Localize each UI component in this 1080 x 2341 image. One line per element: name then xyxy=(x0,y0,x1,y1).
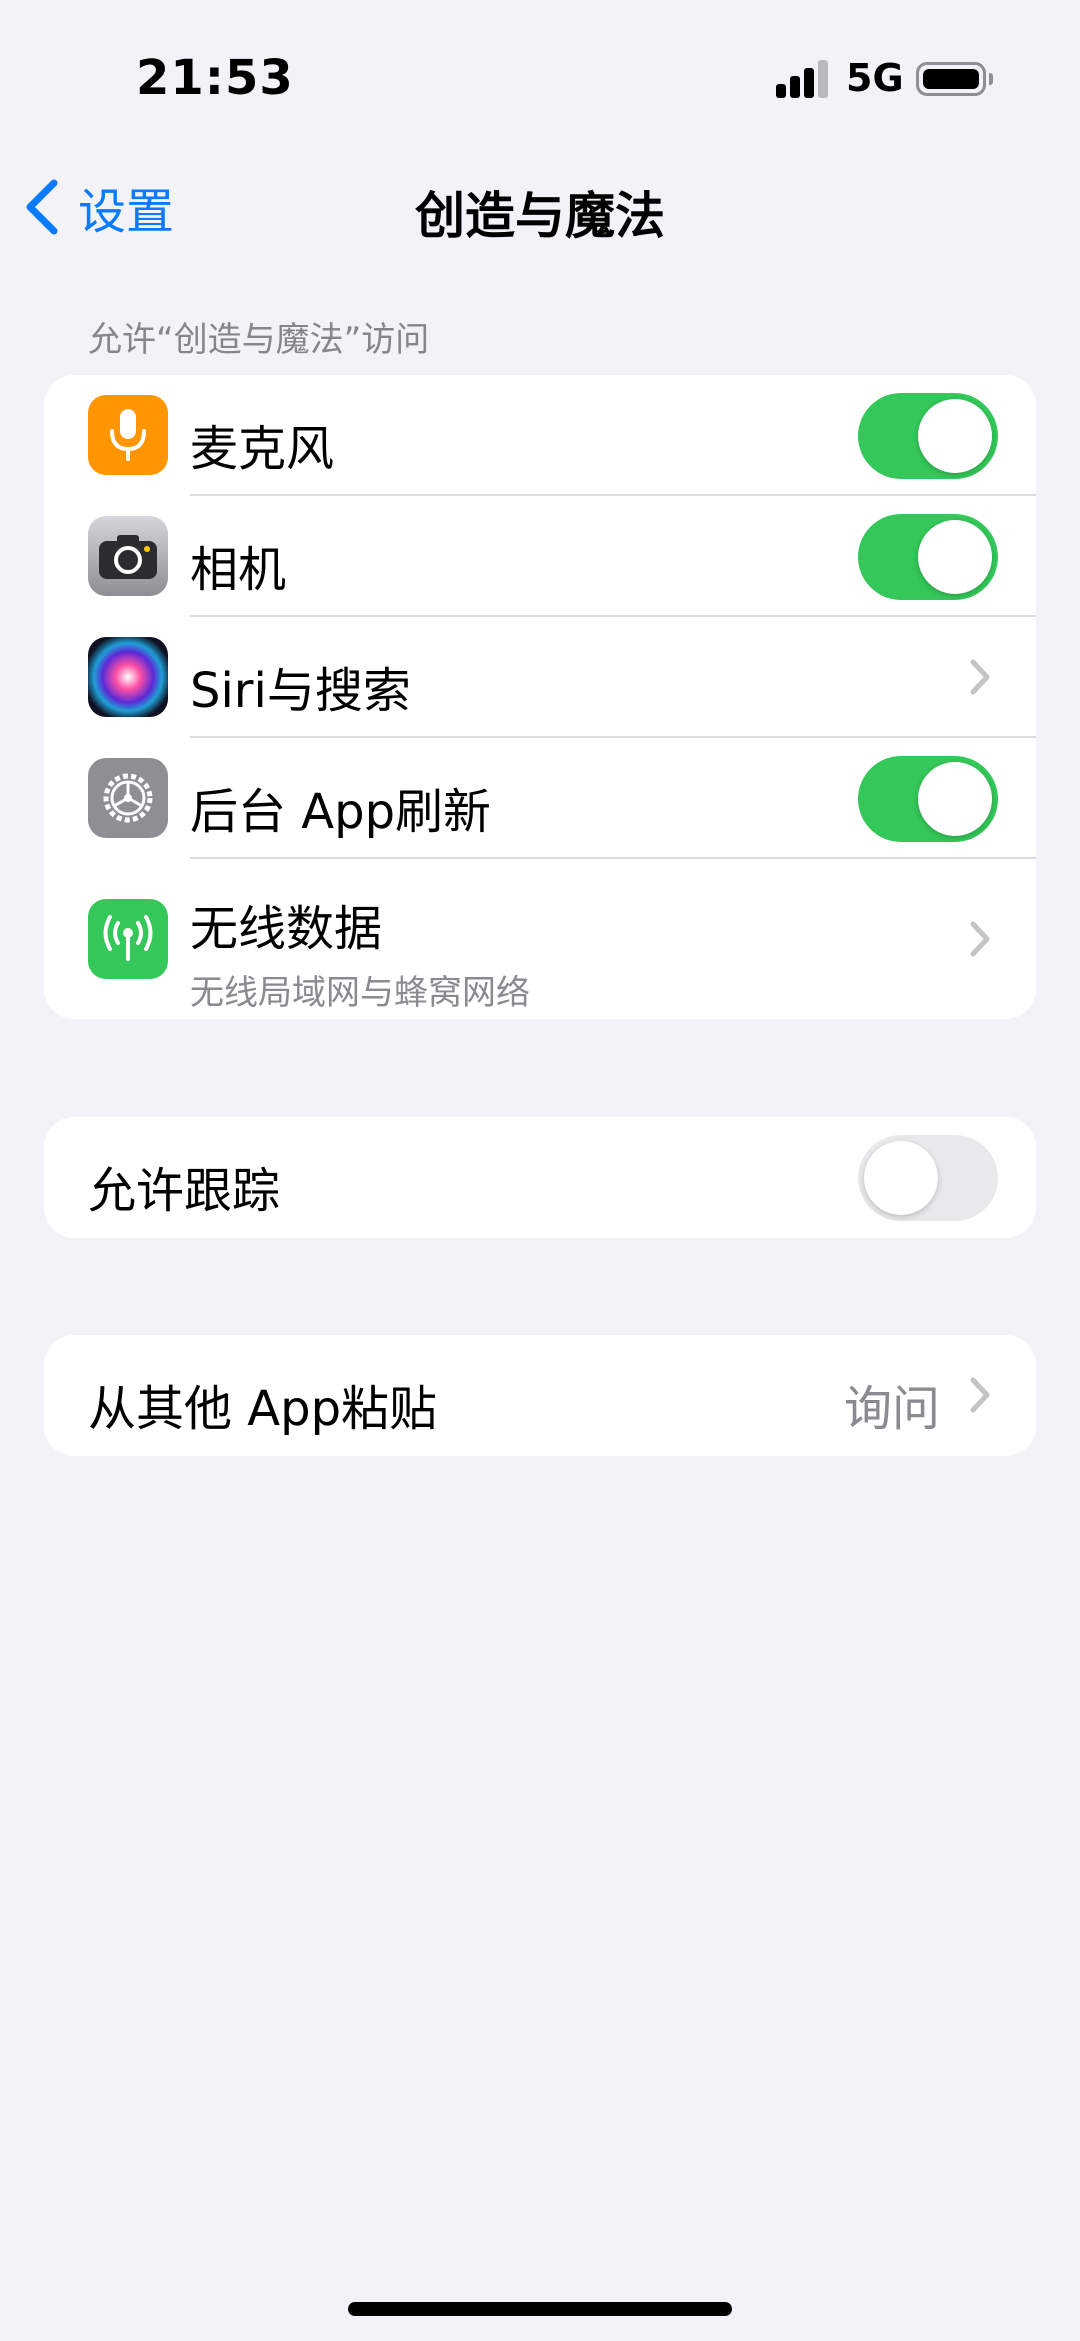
cellular-signal-icon xyxy=(776,60,830,98)
page-title: 创造与魔法 xyxy=(415,187,665,245)
row-tracking: 允许跟踪 xyxy=(44,1117,1036,1238)
section-header: 允许“创造与魔法”访问 xyxy=(88,320,430,360)
row-label: 相机 xyxy=(190,542,287,598)
network-type: 5G xyxy=(846,56,904,100)
paste-label: 从其他 App粘贴 xyxy=(88,1381,438,1437)
tracking-group: 允许跟踪 xyxy=(44,1117,1036,1238)
tracking-label: 允许跟踪 xyxy=(88,1163,281,1219)
siri-icon xyxy=(88,637,168,717)
row-wireless-data[interactable]: 无线数据 无线局域网与蜂窝网络 xyxy=(44,859,1036,1019)
status-time: 21:53 xyxy=(136,50,294,106)
chevron-right-icon xyxy=(970,659,990,695)
paste-group: 从其他 App粘贴 询问 xyxy=(44,1335,1036,1456)
row-label: 后台 App刷新 xyxy=(190,784,492,840)
wireless-data-icon xyxy=(88,899,168,979)
camera-toggle[interactable] xyxy=(858,514,998,600)
microphone-toggle[interactable] xyxy=(858,393,998,479)
tracking-toggle[interactable] xyxy=(858,1135,998,1221)
battery-icon xyxy=(916,62,986,96)
row-microphone: 麦克风 xyxy=(44,375,1036,496)
camera-icon xyxy=(88,516,168,596)
status-bar: 21:53 5G xyxy=(0,0,1080,160)
row-label: 无线数据 xyxy=(190,901,383,957)
row-siri-search[interactable]: Siri与搜索 xyxy=(44,617,1036,738)
gear-icon xyxy=(88,758,168,838)
row-camera: 相机 xyxy=(44,496,1036,617)
row-paste[interactable]: 从其他 App粘贴 询问 xyxy=(44,1335,1036,1456)
microphone-icon xyxy=(88,395,168,475)
paste-value: 询问 xyxy=(843,1381,940,1437)
row-label: Siri与搜索 xyxy=(190,663,411,719)
row-label: 麦克风 xyxy=(190,421,335,477)
row-background-refresh: 后台 App刷新 xyxy=(44,738,1036,859)
chevron-right-icon xyxy=(970,921,990,957)
background-refresh-toggle[interactable] xyxy=(858,756,998,842)
home-indicator[interactable] xyxy=(348,2302,732,2316)
permissions-group: 麦克风 相机 Siri与搜索 后台 App刷新 无线数据 无线局域网与蜂窝网络 xyxy=(44,375,1036,1019)
row-sublabel: 无线局域网与蜂窝网络 xyxy=(190,973,530,1013)
chevron-right-icon xyxy=(970,1377,990,1413)
battery-cap xyxy=(989,73,993,85)
